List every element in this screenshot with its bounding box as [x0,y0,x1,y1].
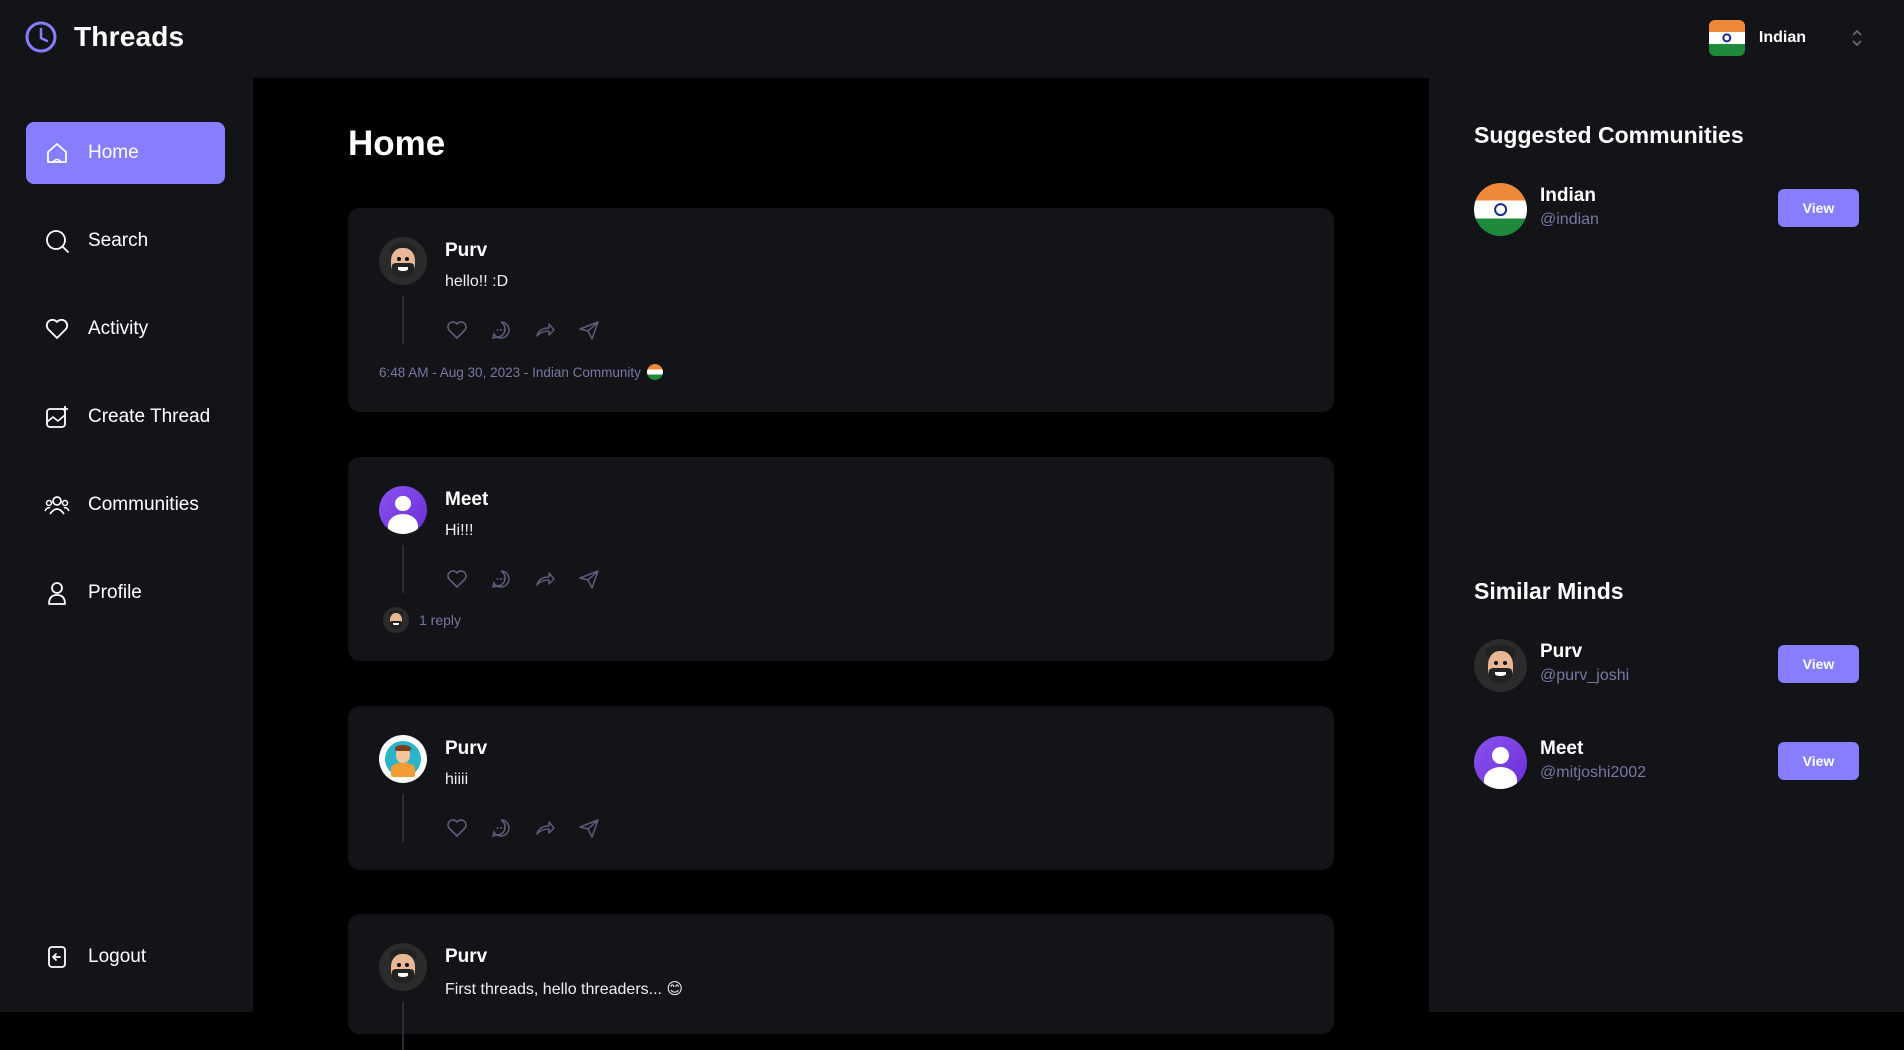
view-user-button[interactable]: View [1778,742,1859,780]
nav-label: Activity [88,318,149,339]
thread-line [402,794,404,842]
organization-flag-icon [1708,20,1745,56]
thread-text: hello!! :D [445,273,509,290]
user-name: Purv [1540,641,1583,662]
repost-icon[interactable] [533,318,557,342]
thread-timestamp: 6:48 AM - Aug 30, 2023 - Indian Communit… [379,364,641,380]
thread-card[interactable]: Meet Hi!!! 1 reply [348,457,1334,661]
profile-icon [48,582,66,605]
user-handle: @purv_joshi [1540,667,1630,684]
community-flag-icon [646,364,663,380]
heart-icon [45,318,69,339]
thread-actions [445,816,601,840]
nav-label: Profile [88,582,142,603]
user-handle: @mitjoshi2002 [1540,764,1647,781]
view-user-button[interactable]: View [1778,645,1859,683]
like-icon[interactable] [445,816,469,840]
author-avatar[interactable] [379,943,427,991]
user-avatar[interactable] [1474,639,1527,692]
author-name[interactable]: Purv [445,738,487,760]
author-avatar[interactable] [379,237,427,285]
share-icon[interactable] [577,567,601,591]
thread-card[interactable]: Purv hello!! :D 6:48 AM - Aug 30, 2023 -… [348,208,1334,412]
repost-icon[interactable] [533,567,557,591]
thread-card[interactable]: Purv hiiii [348,706,1334,870]
nav-item-home[interactable]: Home [26,122,225,184]
reply-icon[interactable] [489,816,513,840]
share-icon[interactable] [577,816,601,840]
organization-switcher[interactable]: Indian [1708,20,1864,56]
view-community-button[interactable]: View [1778,189,1859,227]
thread-line [402,1002,404,1050]
user-name: Meet [1540,738,1584,759]
logout-label: Logout [88,946,147,967]
chevron-up-down-icon [1852,29,1862,47]
communities-icon [44,496,70,515]
threads-logo-icon [25,21,57,53]
community-avatar[interactable] [1474,183,1527,236]
brand[interactable]: Threads [24,20,184,54]
reply-icon[interactable] [489,318,513,342]
thread-text: First threads, hello threaders... 😊 [445,981,684,998]
main-feed: Home Purv hello!! :D 6:48 AM - Aug 30, 2… [253,78,1429,1050]
home-icon [47,143,67,163]
author-name[interactable]: Purv [445,946,487,968]
replies-link[interactable]: 1 reply [383,607,461,633]
organization-name: Indian [1758,29,1806,46]
suggested-communities-title: Suggested Communities [1474,122,1744,148]
app-name: Threads [74,21,185,52]
logout-icon [48,946,66,968]
share-icon[interactable] [577,318,601,342]
thread-text: hiiii [445,771,469,788]
community-name: Indian [1540,185,1596,206]
author-avatar[interactable] [379,486,427,534]
left-sidebar: Home Search Activity Create Thread Commu… [0,78,253,1012]
nav-label: Home [88,142,139,163]
user-item: Purv @purv_joshi View [1474,637,1859,693]
community-handle: @indian [1540,211,1599,228]
reply-avatar [383,607,409,633]
nav-label: Search [88,230,149,251]
logout-button[interactable]: Logout [26,926,225,988]
thread-meta[interactable]: 6:48 AM - Aug 30, 2023 - Indian Communit… [379,364,663,380]
nav-item-search[interactable]: Search [26,210,225,272]
author-avatar[interactable] [379,735,427,783]
nav-label: Communities [88,494,199,515]
top-bar: Threads Indian [0,0,1904,78]
similar-minds-title: Similar Minds [1474,578,1624,604]
reply-icon[interactable] [489,567,513,591]
thread-actions [445,567,601,591]
nav-item-communities[interactable]: Communities [26,474,225,536]
thread-line [402,296,404,344]
like-icon[interactable] [445,567,469,591]
author-name[interactable]: Meet [445,489,488,511]
nav-item-activity[interactable]: Activity [26,298,225,360]
create-thread-icon [46,406,68,428]
reply-count: 1 reply [419,612,462,628]
search-icon [46,230,69,253]
user-item: Meet @mitjoshi2002 View [1474,734,1859,790]
nav-item-create-thread[interactable]: Create Thread [26,386,225,448]
user-avatar[interactable] [1474,736,1527,789]
author-name[interactable]: Purv [445,240,487,262]
repost-icon[interactable] [533,816,557,840]
community-item: Indian @indian View [1474,181,1859,237]
nav-label: Create Thread [88,406,211,427]
right-sidebar: Suggested Communities Indian @indian Vie… [1429,78,1904,1012]
nav-item-profile[interactable]: Profile [26,562,225,624]
like-icon[interactable] [445,318,469,342]
thread-line [402,545,404,593]
page-title: Home [348,124,446,163]
thread-actions [445,318,601,342]
thread-card[interactable]: Purv First threads, hello threaders... 😊 [348,914,1334,1050]
thread-text: Hi!!! [445,522,474,539]
